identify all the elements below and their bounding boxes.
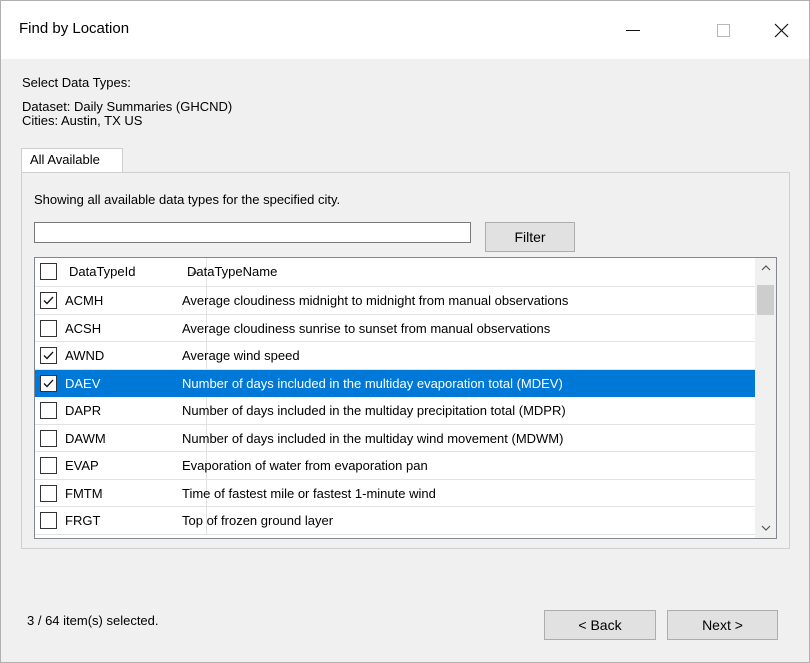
table-row[interactable]: ACMH Average cloudiness midnight to midni… [35, 287, 755, 315]
row-checkbox[interactable] [40, 319, 57, 337]
row-checkbox[interactable] [40, 347, 57, 364]
close-icon [774, 23, 788, 37]
row-checkbox[interactable] [40, 374, 57, 392]
column-header-datatypeid-label: DataTypeId [69, 264, 136, 279]
table-row[interactable]: EVAP Evaporation of water from evaporatio… [35, 452, 755, 480]
grid-header: DataTypeId DataTypeName [35, 258, 755, 287]
scroll-up-button[interactable] [755, 258, 776, 278]
table-row[interactable]: FRGT Top of frozen ground layer [35, 507, 755, 535]
column-header-datatypeid[interactable]: DataTypeId [63, 258, 207, 286]
dataset-info: Dataset: Daily Summaries (GHCND) [22, 99, 233, 114]
data-type-grid: DataTypeId DataTypeName ACMH Average clou… [34, 257, 777, 539]
datatype-name-cell: Average cloudiness midnight to midnight … [182, 293, 569, 308]
row-checkbox[interactable] [40, 457, 57, 474]
table-row[interactable]: ACSH Average cloudiness sunrise to sunset… [35, 314, 755, 342]
table-row[interactable]: AWND Average wind speed [35, 342, 755, 370]
find-by-location-window: Find by Location Select Data Types: Data… [0, 0, 810, 663]
select-data-types-label: Select Data Types: [22, 75, 131, 90]
datatype-name-cell: Top of frozen ground layer [182, 513, 334, 528]
datatype-name-cell: Number of days included in the multiday … [182, 403, 566, 418]
column-header-datatypename[interactable]: DataTypeName [187, 258, 277, 286]
grid-rows: ACMH Average cloudiness midnight to midni… [35, 287, 755, 535]
table-row[interactable]: DAEV Number of days included in the multi… [35, 369, 755, 397]
cities-info: Cities: Austin, TX US [22, 113, 143, 128]
close-button[interactable] [753, 1, 809, 59]
panel-description: Showing all available data types for the… [34, 192, 341, 207]
datatype-name-cell: Time of fastest mile or fastest 1-minute… [182, 485, 436, 501]
maximize-button[interactable] [695, 1, 751, 59]
table-row[interactable]: DAWM Number of days included in the multi… [35, 424, 755, 452]
row-checkbox[interactable] [40, 512, 57, 529]
datatype-name-cell: Evaporation of water from evaporation pa… [182, 458, 428, 473]
datatype-name-cell: Average cloudiness sunrise to sunset fro… [182, 320, 551, 336]
row-checkbox[interactable] [40, 292, 57, 309]
datatype-name-cell: Number of days included in the multiday … [182, 430, 564, 446]
vertical-scrollbar[interactable] [755, 258, 776, 538]
filter-button[interactable]: Filter [485, 222, 575, 252]
table-row[interactable]: FMTM Time of fastest mile or fastest 1-mi… [35, 479, 755, 507]
minimize-icon [626, 29, 640, 31]
back-button[interactable]: < Back [544, 610, 656, 640]
tab-all-available[interactable]: All Available [21, 148, 123, 172]
title-bar: Find by Location [1, 1, 809, 59]
next-button[interactable]: Next > [667, 610, 778, 640]
selection-status: 3 / 64 item(s) selected. [27, 613, 159, 628]
table-row[interactable]: DAPR Number of days included in the multi… [35, 397, 755, 425]
chevron-up-icon [761, 265, 770, 271]
minimize-button[interactable] [605, 1, 661, 59]
chevron-down-icon [761, 525, 770, 531]
maximize-icon [716, 23, 730, 37]
filter-input[interactable] [34, 222, 471, 243]
window-title: Find by Location [19, 20, 130, 37]
row-checkbox[interactable] [40, 402, 57, 419]
select-all-checkbox[interactable] [40, 263, 57, 280]
scroll-down-button[interactable] [755, 518, 776, 538]
row-checkbox[interactable] [40, 484, 57, 502]
row-checkbox[interactable] [40, 429, 57, 447]
datatype-name-cell: Number of days included in the multiday … [182, 375, 563, 391]
scroll-thumb[interactable] [757, 285, 774, 315]
datatype-name-cell: Average wind speed [182, 348, 300, 363]
